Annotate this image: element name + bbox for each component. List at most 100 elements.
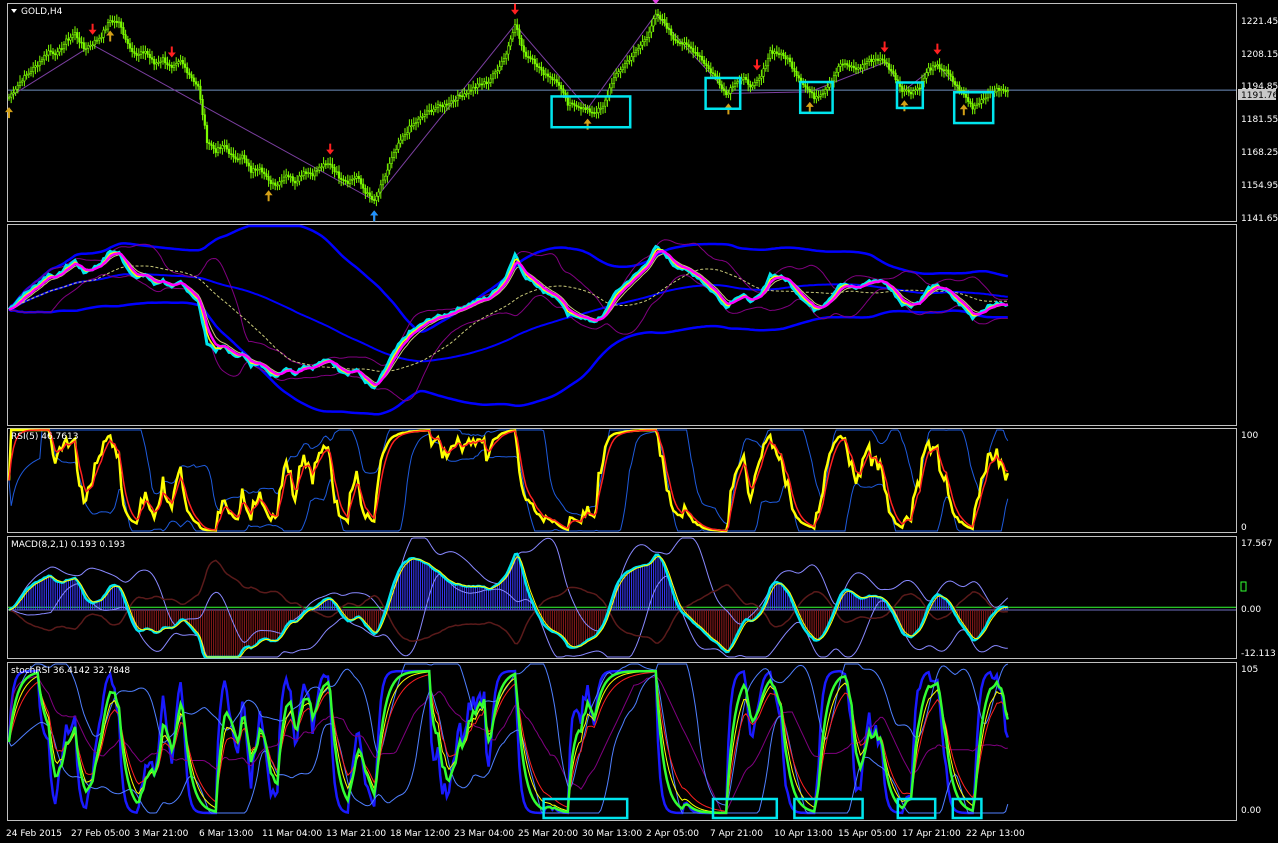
candle-body <box>597 107 600 113</box>
candle-body <box>674 39 677 41</box>
candle-body <box>586 108 589 110</box>
candle-body <box>813 92 816 100</box>
price-tick: 1221.45 <box>1241 17 1278 27</box>
candle-body <box>208 142 211 145</box>
chart-window[interactable]: GOLD,H4 RSI(5) 46.7613 MACD(8,2,1) 0.193… <box>0 0 1278 843</box>
candle-body <box>161 57 165 62</box>
candle-body <box>491 73 495 80</box>
candle-body <box>144 51 147 54</box>
candle-body <box>766 57 770 67</box>
candle-body <box>199 85 202 100</box>
candle-body <box>720 84 723 90</box>
candle-body <box>610 82 613 89</box>
candle-body <box>852 65 855 69</box>
candle-body <box>364 188 367 194</box>
candle-body <box>566 97 569 106</box>
candle-body <box>190 74 193 79</box>
candle-body <box>494 71 497 75</box>
candle-body <box>872 59 875 62</box>
time-tick: 23 Mar 04:00 <box>454 829 514 839</box>
candle-body <box>711 72 715 75</box>
candle-body <box>588 108 591 113</box>
candle-body <box>672 34 675 40</box>
candle-body <box>406 132 409 135</box>
candle-body <box>804 84 807 88</box>
candle-body <box>203 114 206 126</box>
candle-body <box>751 85 754 88</box>
symbol-label: GOLD,H4 <box>21 7 63 17</box>
candle-body <box>355 176 358 179</box>
macd-axis-bottom: -12.113 <box>1241 649 1276 659</box>
candle-body <box>905 89 908 92</box>
candle-body <box>969 101 972 104</box>
candle-body <box>859 67 862 70</box>
candle-body <box>524 51 528 57</box>
candle-body <box>454 100 457 102</box>
candle-body <box>100 37 103 39</box>
candle-body <box>982 98 985 101</box>
candle-body <box>241 154 244 159</box>
candle-body <box>582 107 585 110</box>
candle-body <box>401 135 404 141</box>
candle-body <box>225 145 228 150</box>
candle-body <box>546 73 550 77</box>
candle-body <box>753 82 756 86</box>
candle-body <box>956 84 959 87</box>
candle-body <box>128 43 132 49</box>
candle-body <box>516 24 519 30</box>
candle-body <box>923 77 926 82</box>
candle-body <box>626 60 629 64</box>
candle-body <box>175 63 178 66</box>
candle-body <box>45 54 48 57</box>
candle-body <box>238 157 242 160</box>
candle-body <box>709 68 712 74</box>
candle-body <box>320 166 323 169</box>
candle-body <box>841 63 844 66</box>
candle-body <box>747 79 750 85</box>
candle-body <box>417 118 420 123</box>
candle-body <box>124 34 127 40</box>
candle-body <box>269 179 272 184</box>
candle-body <box>287 174 290 177</box>
candle-body <box>661 18 664 21</box>
candle-body <box>263 171 266 175</box>
time-tick: 17 Apr 21:00 <box>902 829 961 839</box>
candle-body <box>555 79 558 83</box>
candle-body <box>452 100 455 102</box>
candle-body <box>692 48 695 53</box>
candle-body <box>509 38 512 47</box>
candle-body <box>784 55 787 60</box>
candle-body <box>637 48 640 51</box>
candle-body <box>425 110 429 115</box>
candle-body <box>23 75 26 82</box>
stochrsi-title: stochRSI 36.4142 32.7848 <box>11 666 130 676</box>
candle-body <box>1002 88 1005 91</box>
candle-body <box>122 27 125 35</box>
candle-body <box>681 42 684 45</box>
candle-body <box>93 40 96 46</box>
time-tick: 22 Apr 13:00 <box>966 829 1025 839</box>
candle-body <box>188 72 191 76</box>
candle-body <box>403 134 407 137</box>
rsi-axis-top: 100 <box>1241 431 1258 441</box>
candle-body <box>518 29 521 39</box>
candle-body <box>621 66 624 70</box>
candle-body <box>531 58 534 60</box>
candle-body <box>419 116 422 120</box>
candle-body <box>14 88 17 94</box>
candle-body <box>461 95 464 98</box>
candle-body <box>478 83 481 86</box>
candle-body <box>69 37 72 41</box>
candle-body <box>755 80 759 83</box>
candle-body <box>934 65 937 68</box>
candle-body <box>155 62 158 65</box>
candle-body <box>399 139 402 144</box>
candle-body <box>791 61 794 69</box>
candle-body <box>729 87 732 94</box>
candle-body <box>727 93 730 96</box>
candle-body <box>806 86 809 90</box>
candle-body <box>938 64 941 70</box>
candle-body <box>120 21 123 28</box>
candle-body <box>918 87 921 90</box>
candle-body <box>230 153 233 156</box>
